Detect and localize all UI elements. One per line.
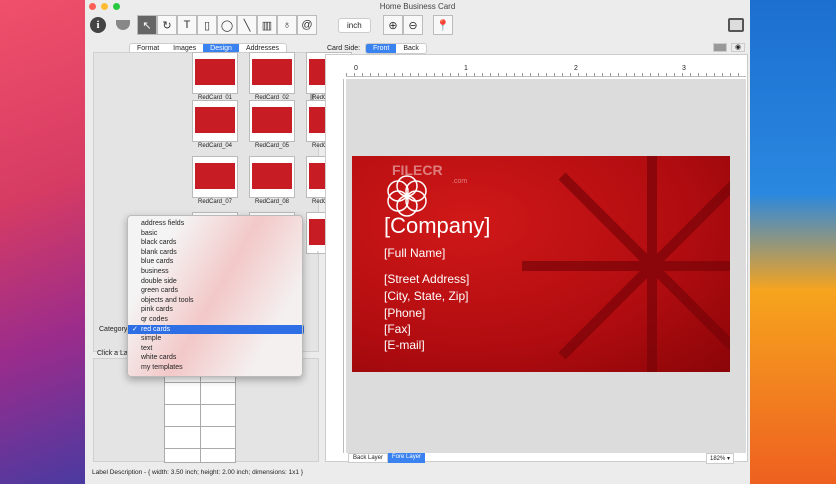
option-label: qr codes bbox=[141, 315, 168, 323]
ruler-label: 1 bbox=[464, 65, 468, 72]
fore-layer-tab[interactable]: Fore Layer bbox=[388, 453, 426, 463]
status-text: Label Description - { width: 3.50 inch; … bbox=[92, 469, 304, 476]
company-text[interactable]: [Company] bbox=[384, 213, 490, 239]
ellipse-tool[interactable]: ◯ bbox=[217, 15, 237, 35]
option-label: simple bbox=[141, 335, 162, 343]
click-hint: Click a La bbox=[97, 350, 128, 357]
line-tool[interactable]: ╲ bbox=[237, 15, 257, 35]
category-option[interactable]: my templates bbox=[128, 363, 302, 373]
card-side-label: Card Side: bbox=[327, 45, 361, 52]
full-name-text[interactable]: [Full Name] bbox=[384, 246, 445, 260]
design-thumbnail[interactable] bbox=[192, 100, 238, 142]
city-text[interactable]: [City, State, Zip] bbox=[384, 289, 468, 303]
option-label: objects and tools bbox=[141, 296, 194, 304]
category-option[interactable]: green cards bbox=[128, 286, 302, 296]
ruler-label: 0 bbox=[354, 65, 358, 72]
phone-text[interactable]: [Phone] bbox=[384, 306, 425, 320]
zoom-value: 182% bbox=[710, 456, 726, 462]
design-thumbnail[interactable] bbox=[249, 100, 295, 142]
fax-text[interactable]: [Fax] bbox=[384, 322, 411, 336]
option-label: basic bbox=[141, 229, 158, 237]
printer-icon[interactable] bbox=[728, 18, 744, 32]
zoom-out-icon[interactable]: ⊖ bbox=[403, 15, 423, 35]
thumbnail-label: RedCard_08 bbox=[254, 199, 290, 205]
info-icon[interactable]: i bbox=[90, 17, 106, 33]
pointer-tool[interactable]: ↖ bbox=[137, 15, 157, 35]
category-option[interactable]: ✓ red cards bbox=[128, 324, 302, 335]
option-label: business bbox=[141, 267, 169, 275]
category-option[interactable]: blank cards bbox=[128, 248, 302, 258]
category-option[interactable]: double side bbox=[128, 277, 302, 287]
design-thumbnail[interactable] bbox=[249, 52, 295, 94]
option-label: white cards bbox=[141, 354, 177, 362]
at-tool[interactable]: @ bbox=[297, 15, 317, 35]
option-label: blue cards bbox=[141, 258, 174, 266]
design-thumbnail[interactable] bbox=[192, 52, 238, 94]
window-title: Home Business Card bbox=[379, 2, 456, 11]
thumbnail-label: RedCard_05 bbox=[254, 143, 290, 149]
fill-tool[interactable]: ♁ bbox=[277, 15, 297, 35]
category-option[interactable]: qr codes bbox=[128, 315, 302, 325]
rectangle-tool[interactable]: ▯ bbox=[197, 15, 217, 35]
option-label: my templates bbox=[141, 363, 183, 371]
map-pin-icon[interactable]: 📍 bbox=[433, 15, 453, 35]
ruler-label: 2 bbox=[574, 65, 578, 72]
desktop-background bbox=[750, 0, 836, 484]
thumbnail-label: RedCard_07 bbox=[197, 199, 233, 205]
layout-icon[interactable] bbox=[713, 43, 727, 52]
category-option[interactable]: white cards bbox=[128, 353, 302, 363]
desktop-background bbox=[0, 0, 85, 484]
option-label: address fields bbox=[141, 220, 185, 227]
splitter-handle[interactable]: ‹ bbox=[317, 250, 319, 256]
category-option[interactable]: objects and tools bbox=[128, 296, 302, 306]
business-card[interactable]: FILECR .com [Company] [Full Name] [Stree… bbox=[352, 156, 730, 372]
text-tool[interactable]: T bbox=[177, 15, 197, 35]
category-option[interactable]: business bbox=[128, 267, 302, 277]
option-label: green cards bbox=[141, 287, 178, 295]
option-label: red cards bbox=[141, 325, 171, 333]
watermark-sub: .com bbox=[452, 178, 468, 185]
logo-flower bbox=[387, 175, 427, 217]
ruler-horizontal: 0 1 2 3 bbox=[346, 65, 746, 77]
option-label: text bbox=[141, 344, 153, 352]
category-label: Category bbox=[99, 326, 128, 333]
watermark: FILECR bbox=[392, 162, 443, 178]
street-text[interactable]: [Street Address] bbox=[384, 272, 469, 286]
category-option[interactable]: black cards bbox=[128, 238, 302, 248]
unit-button[interactable]: inch bbox=[338, 17, 371, 33]
mask-icon[interactable] bbox=[116, 20, 130, 30]
option-label: black cards bbox=[141, 239, 177, 247]
front-button[interactable]: Front bbox=[366, 44, 397, 53]
category-option[interactable]: simple bbox=[128, 334, 302, 344]
category-option[interactable]: text bbox=[128, 344, 302, 354]
category-option[interactable]: blue cards bbox=[128, 257, 302, 267]
design-thumbnail[interactable] bbox=[192, 156, 238, 198]
zoom-in-icon[interactable]: ⊕ bbox=[383, 15, 403, 35]
ruler-vertical bbox=[334, 79, 344, 453]
back-layer-tab[interactable]: Back Layer bbox=[348, 453, 389, 463]
category-option[interactable]: basic bbox=[128, 229, 302, 239]
category-option[interactable]: address fields bbox=[128, 219, 302, 229]
thumbnail-label: RedCard_04 bbox=[197, 143, 233, 149]
rotate-tool[interactable]: ↻ bbox=[157, 15, 177, 35]
zoom-select[interactable]: 182% ▾ bbox=[706, 453, 735, 464]
option-label: double side bbox=[141, 277, 177, 285]
checkmark-icon: ✓ bbox=[132, 325, 138, 333]
category-dropdown-menu: address fields basic black cards blank card… bbox=[127, 215, 303, 377]
category-option[interactable]: pink cards bbox=[128, 305, 302, 315]
design-thumbnail[interactable] bbox=[249, 156, 295, 198]
option-label: blank cards bbox=[141, 248, 177, 256]
barcode-tool[interactable]: ▥ bbox=[257, 15, 277, 35]
email-text[interactable]: [E-mail] bbox=[384, 338, 425, 352]
preview-eye-icon[interactable]: ◉ bbox=[731, 43, 745, 52]
ruler-label: 3 bbox=[682, 65, 686, 72]
option-label: pink cards bbox=[141, 306, 173, 314]
back-button[interactable]: Back bbox=[396, 44, 426, 53]
